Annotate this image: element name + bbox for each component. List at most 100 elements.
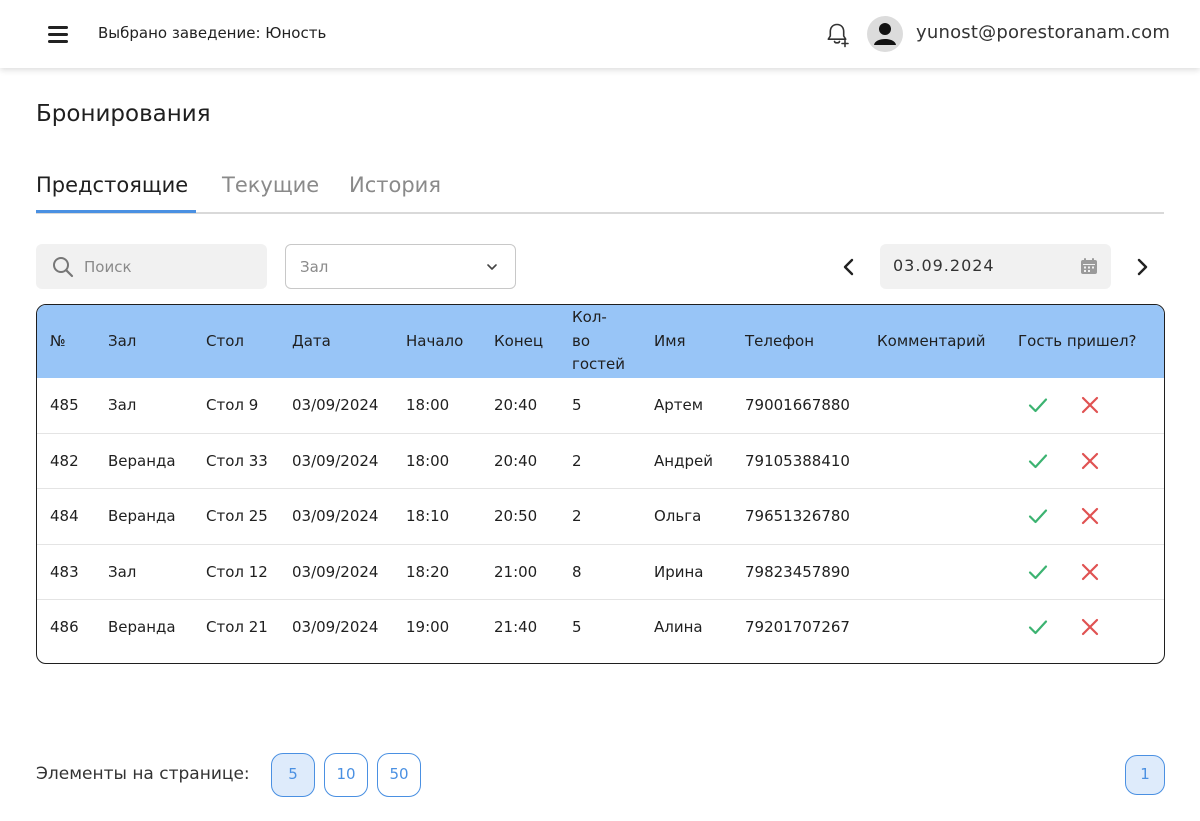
cell-name: Ольга <box>654 507 702 525</box>
table-row: 486 Веранда Стол 21 03/09/2024 19:00 21:40 5 Ал… <box>37 600 1164 656</box>
cell-table: Стол 33 <box>206 451 268 470</box>
cell-date: 03/09/2024 <box>292 451 379 470</box>
top-bar: Выбрано заведение: Юность yunost@poresto… <box>0 0 1200 68</box>
table-row: 485 Зал Стол 9 03/09/2024 18:00 20:40 5 Артем 79… <box>37 378 1164 434</box>
active-tab-indicator <box>36 210 196 213</box>
cell-phone: 79823457890 <box>745 562 850 581</box>
cell-end: 21:00 <box>494 562 538 581</box>
col-hall: Зал <box>108 332 137 350</box>
cell-guests: 5 <box>572 618 582 636</box>
venue-label: Выбрано заведение: Юность <box>98 24 327 42</box>
cell-hall: Веранда <box>108 618 176 636</box>
check-icon[interactable] <box>1026 393 1050 417</box>
col-guests: Кол- во гостей <box>572 306 625 377</box>
cell-guests: 2 <box>572 451 582 470</box>
check-icon[interactable] <box>1026 560 1050 584</box>
cell-guests: 8 <box>572 562 582 581</box>
cell-table: Стол 21 <box>206 618 268 636</box>
cell-number: 485 <box>50 396 79 414</box>
cell-name: Андрей <box>654 451 713 470</box>
cell-end: 20:40 <box>494 451 538 470</box>
col-name: Имя <box>654 332 686 350</box>
cell-date: 03/09/2024 <box>292 396 379 414</box>
col-guests-line: Кол- <box>572 308 607 326</box>
cell-start: 18:00 <box>406 451 450 470</box>
cell-name: Артем <box>654 396 704 414</box>
col-comment: Комментарий <box>877 332 986 350</box>
date-picker[interactable]: 03.09.2024 <box>880 244 1111 289</box>
search-placeholder: Поиск <box>84 258 132 276</box>
cell-guests: 5 <box>572 396 582 414</box>
cell-start: 18:20 <box>406 562 450 581</box>
page-title: Бронирования <box>36 101 211 127</box>
user-avatar-icon[interactable] <box>867 16 903 52</box>
cell-table: Стол 25 <box>206 507 268 525</box>
close-icon[interactable] <box>1078 560 1102 584</box>
cell-name: Алина <box>654 618 703 636</box>
cell-guests: 2 <box>572 507 582 525</box>
cell-date: 03/09/2024 <box>292 562 379 581</box>
tab-history[interactable]: История <box>349 173 441 197</box>
cell-end: 20:50 <box>494 507 538 525</box>
chevron-left-icon[interactable] <box>834 252 864 282</box>
col-guests-line: во <box>572 331 591 350</box>
cell-start: 19:00 <box>406 618 450 636</box>
cell-date: 03/09/2024 <box>292 507 379 525</box>
menu-icon[interactable] <box>40 20 76 48</box>
close-icon[interactable] <box>1078 449 1102 473</box>
search-icon <box>53 257 74 278</box>
tabs-bar: Предстоящие Текущие История <box>36 160 1164 214</box>
cell-phone: 79105388410 <box>745 451 850 470</box>
search-input[interactable]: Поиск <box>36 244 267 289</box>
close-icon[interactable] <box>1078 393 1102 417</box>
close-icon[interactable] <box>1078 504 1102 528</box>
cell-hall: Веранда <box>108 507 176 525</box>
cell-number: 484 <box>50 507 79 525</box>
bell-plus-icon[interactable] <box>823 20 851 48</box>
cell-number: 482 <box>50 451 79 470</box>
page-1-button[interactable]: 1 <box>1125 755 1165 795</box>
bookings-table: № Зал Стол Дата Начало Конец Кол- во гос… <box>36 304 1165 664</box>
tab-current[interactable]: Текущие <box>222 173 319 197</box>
col-guests-line: гостей <box>572 355 626 373</box>
chevron-right-icon[interactable] <box>1127 252 1157 282</box>
table-row: 483 Зал Стол 12 03/09/2024 18:20 21:00 8 Ирина 7… <box>37 545 1164 600</box>
per-page-5-button[interactable]: 5 <box>271 753 315 797</box>
col-guest-arrived: Гость пришел? <box>1018 332 1137 350</box>
col-date: Дата <box>292 332 331 350</box>
tab-upcoming[interactable]: Предстоящие <box>36 173 188 197</box>
hall-select[interactable]: Зал <box>285 244 516 289</box>
cell-hall: Зал <box>108 396 137 414</box>
cell-start: 18:10 <box>406 507 450 525</box>
cell-start: 18:00 <box>406 396 450 414</box>
cell-table: Стол 12 <box>206 562 268 581</box>
cell-table: Стол 9 <box>206 396 259 414</box>
cell-phone: 79001667880 <box>745 396 850 414</box>
cell-end: 20:40 <box>494 396 538 414</box>
per-page-50-button[interactable]: 50 <box>377 753 421 797</box>
calendar-icon <box>1081 258 1097 274</box>
chevron-down-icon <box>487 264 497 270</box>
table-header: № Зал Стол Дата Начало Конец Кол- во гос… <box>37 305 1164 378</box>
per-page-label: Элементы на странице: <box>36 764 250 784</box>
col-end: Конец <box>494 332 544 350</box>
date-value: 03.09.2024 <box>893 256 995 275</box>
close-icon[interactable] <box>1078 615 1102 639</box>
per-page-10-button[interactable]: 10 <box>324 753 368 797</box>
check-icon[interactable] <box>1026 449 1050 473</box>
user-email[interactable]: yunost@porestoranam.com <box>916 22 1170 43</box>
hall-select-value: Зал <box>300 258 329 276</box>
check-icon[interactable] <box>1026 504 1050 528</box>
col-phone: Телефон <box>745 332 815 350</box>
cell-number: 486 <box>50 618 79 636</box>
cell-hall: Веранда <box>108 451 176 470</box>
table-row: 484 Веранда Стол 25 03/09/2024 18:10 20:50 2 Ол… <box>37 489 1164 545</box>
cell-phone: 79201707267 <box>745 618 850 636</box>
cell-hall: Зал <box>108 562 137 581</box>
check-icon[interactable] <box>1026 615 1050 639</box>
table-row: 482 Веранда Стол 33 03/09/2024 18:00 20:40 2 Ан… <box>37 434 1164 489</box>
col-start: Начало <box>406 332 464 350</box>
col-table: Стол <box>206 332 244 350</box>
cell-end: 21:40 <box>494 618 538 636</box>
col-number: № <box>50 332 66 350</box>
